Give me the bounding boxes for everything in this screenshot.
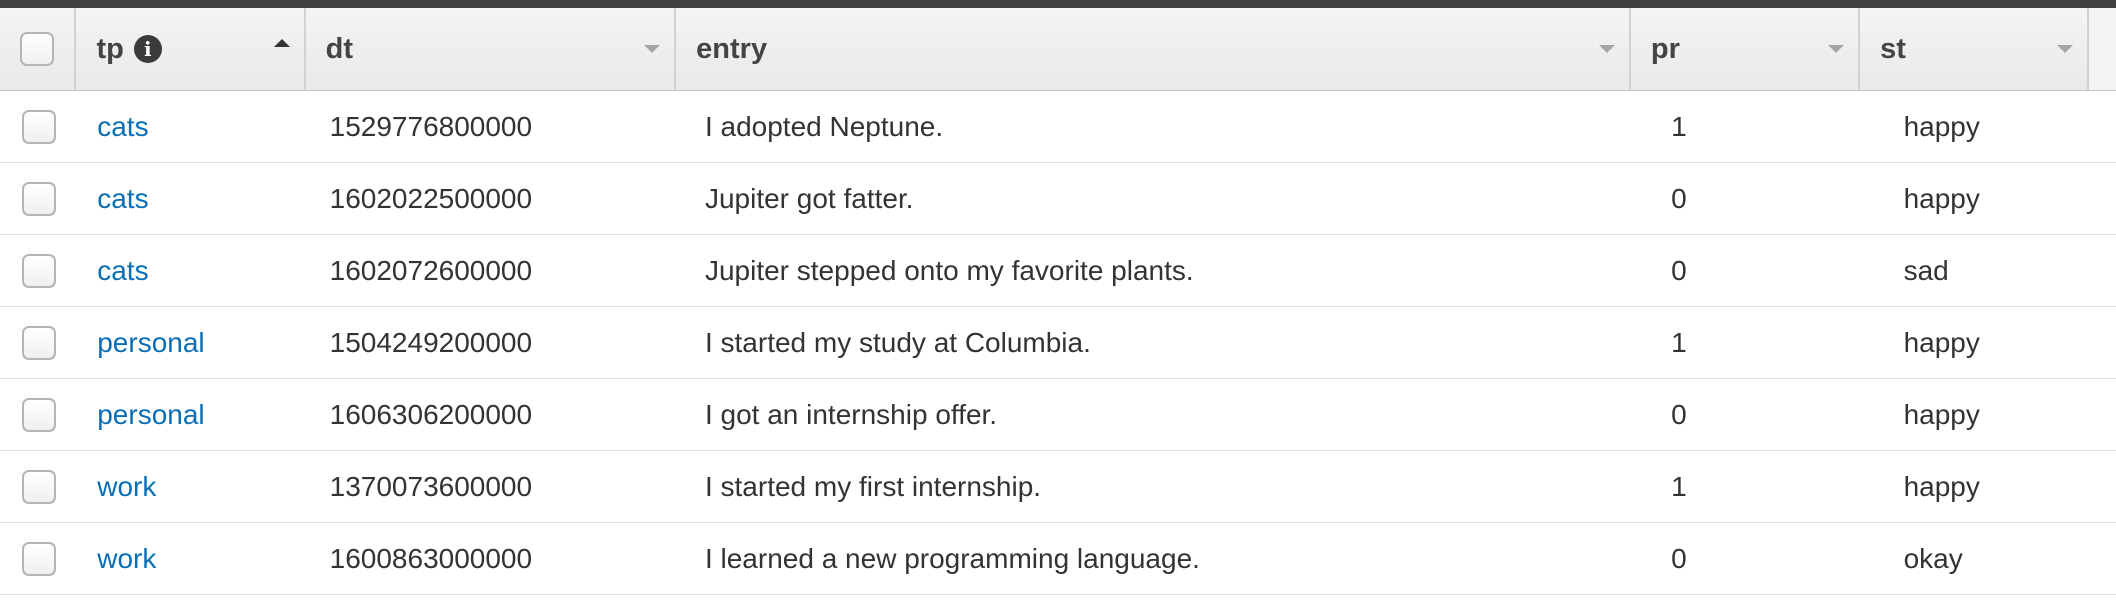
select-all-cell	[0, 8, 77, 90]
cell-entry: Jupiter got fatter.	[704, 182, 914, 214]
tp-link[interactable]: work	[97, 543, 156, 574]
row-checkbox[interactable]	[21, 469, 56, 504]
cell-entry: I adopted Neptune.	[704, 110, 944, 142]
cell-tp: cats	[77, 183, 309, 215]
row-select-cell	[0, 181, 77, 216]
cell-dt: 1606306200000	[329, 398, 533, 430]
table-row[interactable]: personal 1504249200000 I started my stud…	[0, 307, 2116, 379]
table-body: cats 1529776800000 I adopted Neptune. 1 …	[0, 91, 2116, 595]
cell-tp: work	[77, 543, 309, 575]
cell-entry: I started my first internship.	[704, 470, 1042, 502]
sort-caret-icon[interactable]	[2057, 45, 2074, 53]
cell-tp: personal	[77, 399, 309, 431]
select-all-checkbox[interactable]	[20, 32, 55, 66]
table-row[interactable]: cats 1602022500000 Jupiter got fatter. 0…	[0, 163, 2116, 235]
cell-st: happy	[1903, 398, 1980, 430]
cell-pr: 1	[1671, 110, 1687, 142]
row-checkbox[interactable]	[21, 325, 56, 360]
column-label-st: st	[1880, 32, 1906, 65]
column-header-entry[interactable]: entry	[676, 8, 1631, 90]
row-select-cell	[0, 253, 77, 288]
table-row[interactable]: work 1600863000000 I learned a new progr…	[0, 523, 2116, 595]
column-label-entry: entry	[696, 32, 768, 65]
data-table: tp i dt entry pr st cats 1529776800000 I…	[0, 8, 2116, 595]
cell-pr: 0	[1671, 398, 1687, 430]
tp-link[interactable]: personal	[97, 399, 204, 430]
column-label-tp: tp	[96, 32, 124, 65]
cell-st: happy	[1903, 470, 1980, 502]
tp-link[interactable]: cats	[97, 111, 148, 142]
cell-entry: I learned a new programming language.	[704, 542, 1200, 574]
sort-caret-icon[interactable]	[1828, 45, 1845, 53]
row-select-cell	[0, 397, 77, 432]
column-header-st[interactable]: st	[1860, 8, 2090, 90]
row-select-cell	[0, 325, 77, 360]
cell-st: happy	[1903, 182, 1980, 214]
cell-dt: 1602022500000	[329, 182, 533, 214]
row-checkbox[interactable]	[21, 541, 56, 576]
cell-pr: 1	[1671, 326, 1687, 358]
row-checkbox[interactable]	[21, 109, 56, 144]
column-header-pr[interactable]: pr	[1631, 8, 1861, 90]
sort-caret-icon[interactable]	[644, 45, 661, 53]
table-row[interactable]: personal 1606306200000 I got an internsh…	[0, 379, 2116, 451]
cell-tp: personal	[77, 327, 309, 359]
cell-dt: 1602072600000	[329, 254, 533, 286]
row-checkbox[interactable]	[21, 181, 56, 216]
cell-entry: I started my study at Columbia.	[704, 326, 1091, 358]
cell-dt: 1529776800000	[329, 110, 533, 142]
cell-st: happy	[1903, 110, 1980, 142]
column-header-dt[interactable]: dt	[306, 8, 677, 90]
cell-pr: 1	[1671, 470, 1687, 502]
table-row[interactable]: work 1370073600000 I started my first in…	[0, 451, 2116, 523]
cell-st: okay	[1903, 542, 1963, 574]
cell-dt: 1504249200000	[329, 326, 533, 358]
cell-entry: Jupiter stepped onto my favorite plants.	[704, 254, 1194, 286]
tp-link[interactable]: cats	[97, 183, 148, 214]
column-header-tp[interactable]: tp i	[76, 8, 306, 90]
row-checkbox[interactable]	[21, 397, 56, 432]
info-icon[interactable]: i	[133, 35, 162, 63]
cell-pr: 0	[1671, 542, 1687, 574]
tp-link[interactable]: work	[97, 471, 156, 502]
column-label-pr: pr	[1650, 32, 1680, 65]
cell-entry: I got an internship offer.	[704, 398, 998, 430]
cell-st: happy	[1903, 326, 1980, 358]
column-label-dt: dt	[325, 32, 354, 65]
cell-dt: 1370073600000	[329, 470, 533, 502]
cell-pr: 0	[1671, 182, 1687, 214]
sort-ascending-icon[interactable]	[273, 39, 290, 47]
row-select-cell	[0, 469, 77, 504]
cell-tp: cats	[77, 255, 309, 287]
tp-link[interactable]: cats	[97, 255, 148, 286]
table-row[interactable]: cats 1602072600000 Jupiter stepped onto …	[0, 235, 2116, 307]
cell-tp: work	[77, 471, 309, 503]
header-filler	[2089, 8, 2116, 90]
cell-tp: cats	[77, 111, 309, 143]
row-select-cell	[0, 109, 77, 144]
tp-link[interactable]: personal	[97, 327, 204, 358]
cell-dt: 1600863000000	[329, 542, 533, 574]
table-header: tp i dt entry pr st	[0, 8, 2116, 91]
sort-caret-icon[interactable]	[1598, 45, 1615, 53]
row-checkbox[interactable]	[21, 253, 56, 288]
cell-st: sad	[1903, 254, 1949, 286]
cell-pr: 0	[1671, 254, 1687, 286]
row-select-cell	[0, 541, 77, 576]
table-row[interactable]: cats 1529776800000 I adopted Neptune. 1 …	[0, 91, 2116, 163]
top-bar	[0, 0, 2116, 8]
